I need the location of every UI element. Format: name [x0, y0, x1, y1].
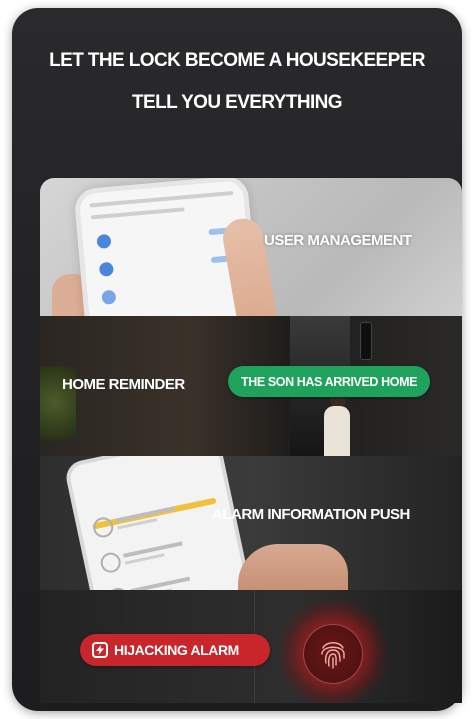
phone-alerts-image: [63, 456, 255, 590]
finger-image: [238, 544, 348, 590]
son-arrived-badge: THE SON HAS ARRIVED HOME: [228, 366, 430, 397]
hijacking-alarm-label: HIJACKING ALARM: [114, 642, 239, 658]
lightning-bolt-icon: [92, 642, 108, 658]
child-image: [324, 406, 350, 456]
headline-line-1: LET THE LOCK BECOME A HOUSEKEEPER: [49, 50, 425, 71]
alarm-push-panel: [40, 456, 462, 590]
home-reminder-label: HOME REMINDER: [62, 376, 185, 393]
user-management-label: USER MANAGEMENT: [264, 232, 412, 249]
door-lock-image: [360, 322, 372, 360]
fingerprint-sensor: [303, 624, 363, 684]
headline-line-2: TELL YOU EVERYTHING: [132, 92, 343, 113]
alarm-push-label: ALARM INFORMATION PUSH: [212, 506, 410, 523]
fingerprint-icon: [321, 642, 345, 669]
hijacking-alarm-badge: HIJACKING ALARM: [80, 634, 270, 666]
